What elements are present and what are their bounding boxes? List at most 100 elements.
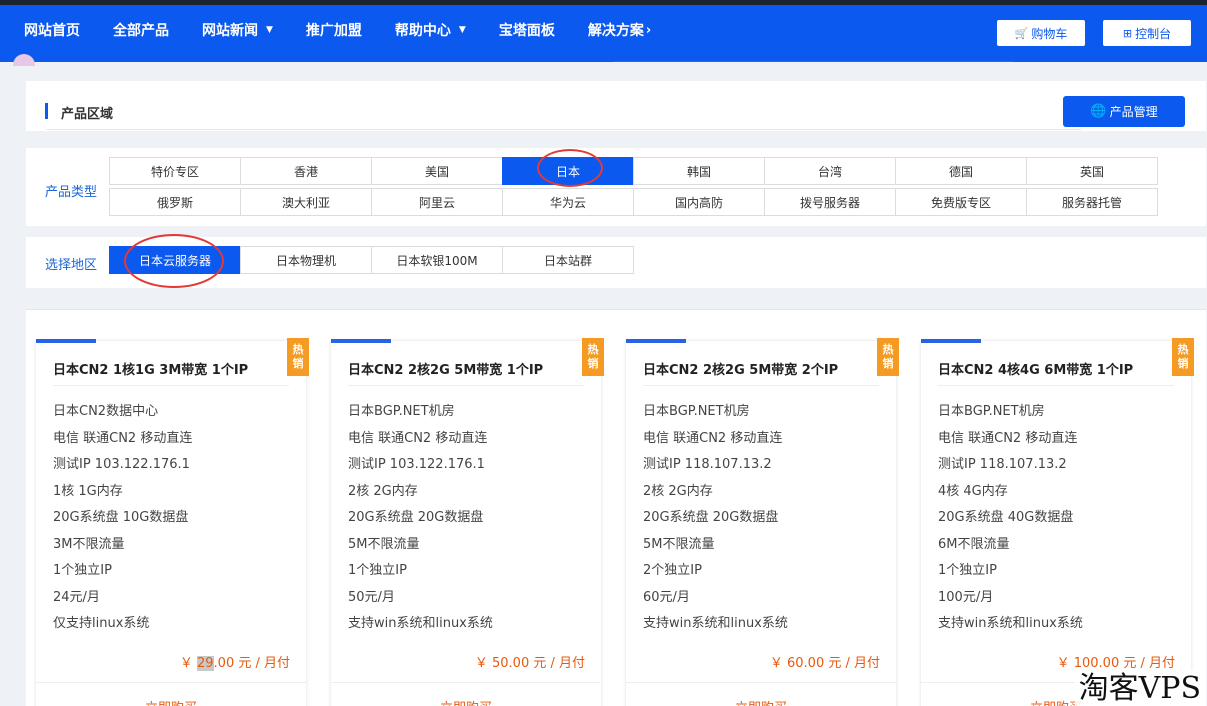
price-value: 100.00 元 / 月付 (1073, 656, 1175, 671)
type-option-selected[interactable]: 日本 (502, 157, 634, 185)
feature-item: 支持win系统和linux系统 (348, 616, 493, 631)
feature-item: 日本BGP.NET机房 (348, 404, 455, 419)
card-accent (331, 339, 391, 343)
product-type-grid: 特价专区 香港 美国 日本 韩国 台湾 德国 英国 俄罗斯 澳大利亚 阿里云 华… (109, 157, 1158, 216)
card-accent (626, 339, 686, 343)
type-option[interactable]: 阿里云 (371, 188, 503, 216)
region-option[interactable]: 日本物理机 (240, 246, 372, 274)
buy-now-button[interactable]: 立即购买 (36, 697, 306, 706)
feature-item: 支持win系统和linux系统 (643, 616, 788, 631)
price-prefix: ￥ (179, 656, 193, 671)
type-option[interactable]: 拨号服务器 (764, 188, 896, 216)
type-option[interactable]: 俄罗斯 (109, 188, 241, 216)
feature-item: 100元/月 (938, 589, 994, 605)
feature-item: 1核 1G内存 (53, 483, 123, 499)
feature-item: 5M不限流量 (348, 536, 420, 552)
product-type-label: 产品类型 (45, 185, 98, 200)
nav-news[interactable]: 网站新闻 ▼ (202, 20, 273, 40)
header-divider (46, 129, 1081, 130)
card-divider (938, 385, 1174, 386)
feature-item: 日本BGP.NET机房 (938, 404, 1045, 419)
nav-bt-panel-label: 宝塔面板 (498, 23, 555, 39)
type-option[interactable]: 澳大利亚 (240, 188, 372, 216)
hot-badge: 热销 (1172, 338, 1194, 376)
nav-help-label: 帮助中心 (394, 23, 451, 39)
feature-item: 测试IP 118.107.13.2 (938, 457, 1067, 472)
nav-home[interactable]: 网站首页 (24, 20, 80, 40)
price-prefix: ￥ (474, 656, 488, 671)
region-option-selected[interactable]: 日本云服务器 (109, 246, 241, 274)
feature-item: 仅支持linux系统 (53, 616, 150, 631)
feature-item: 20G系统盘 10G数据盘 (53, 510, 189, 525)
nav-affiliate[interactable]: 推广加盟 (306, 20, 362, 40)
buy-now-button[interactable]: 立即购买 (331, 697, 601, 706)
product-list: 热销 日本CN2 1核1G 3M带宽 1个IP 日本CN2数据中心 电信 联通C… (26, 309, 1206, 706)
type-option[interactable]: 特价专区 (109, 157, 241, 185)
region-option[interactable]: 日本软银100M (371, 246, 503, 274)
feature-item: 50元/月 (348, 589, 395, 605)
hot-badge-label: 热销 (587, 343, 599, 370)
section-title: 产品区域 (61, 107, 114, 122)
card-divider (643, 385, 879, 386)
console-label: 控制台 (1135, 26, 1172, 41)
price: ￥ 29.00 元 / 月付 (180, 652, 290, 671)
feature-item: 电信 联通CN2 移动直连 (938, 430, 1078, 446)
buy-now-button[interactable]: 立即购买 (626, 697, 896, 706)
feature-item: 电信 联通CN2 移动直连 (643, 430, 783, 446)
feature-item: 6M不限流量 (938, 536, 1010, 552)
feature-item: 20G系统盘 20G数据盘 (348, 510, 484, 525)
hot-badge: 热销 (287, 338, 309, 376)
type-option[interactable]: 英国 (1026, 157, 1158, 185)
region-grid: 日本云服务器 日本物理机 日本软银100M 日本站群 (109, 246, 634, 274)
feature-item: 1个独立IP (53, 563, 112, 578)
product-card: 热销 日本CN2 2核2G 5M带宽 1个IP 日本BGP.NET机房 电信 联… (331, 338, 604, 706)
nav-solutions[interactable]: 解决方案 › (588, 20, 651, 40)
nav-help[interactable]: 帮助中心 ▼ (395, 20, 466, 40)
feature-item: 20G系统盘 40G数据盘 (938, 510, 1074, 525)
type-option[interactable]: 台湾 (764, 157, 896, 185)
feature-item: 20G系统盘 20G数据盘 (643, 510, 779, 525)
type-option[interactable]: 德国 (895, 157, 1027, 185)
section-header: 产品区域 🌐 产品管理 (26, 81, 1206, 131)
hot-badge-label: 热销 (292, 343, 304, 370)
grid-icon: ⊞ (1122, 26, 1133, 40)
feature-item: 测试IP 118.107.13.2 (643, 457, 772, 472)
feature-item: 支持win系统和linux系统 (938, 616, 1083, 631)
feature-item: 测试IP 103.122.176.1 (348, 457, 485, 472)
cart-icon: 🛒 (1014, 26, 1029, 40)
type-option[interactable]: 服务器托管 (1026, 188, 1158, 216)
product-name: 日本CN2 2核2G 5M带宽 1个IP (348, 363, 544, 378)
card-divider (626, 682, 896, 683)
hot-badge-label: 热销 (882, 343, 894, 370)
price: ￥ 50.00 元 / 月付 (475, 652, 585, 671)
region-filter: 选择地区 日本云服务器 日本物理机 日本软银100M 日本站群 (26, 234, 1206, 288)
nav-all-products[interactable]: 全部产品 (113, 20, 169, 40)
console-button[interactable]: ⊞ 控制台 (1103, 20, 1191, 46)
region-option[interactable]: 日本站群 (502, 246, 634, 274)
feature-item: 2核 2G内存 (348, 483, 418, 499)
price-value: 50.00 元 / 月付 (492, 656, 585, 671)
type-option[interactable]: 华为云 (502, 188, 634, 216)
product-manage-button[interactable]: 🌐 产品管理 (1063, 96, 1185, 127)
product-name: 日本CN2 2核2G 5M带宽 2个IP (643, 363, 839, 378)
chevron-right-icon: › (645, 22, 652, 38)
feature-item: 1个独立IP (348, 563, 407, 578)
nav-bt-panel[interactable]: 宝塔面板 (499, 20, 555, 40)
cart-button[interactable]: 🛒 购物车 (997, 20, 1085, 46)
nav-affiliate-label: 推广加盟 (305, 23, 362, 39)
type-option[interactable]: 免费版专区 (895, 188, 1027, 216)
type-option[interactable]: 国内高防 (633, 188, 765, 216)
product-card: 热销 日本CN2 2核2G 5M带宽 2个IP 日本BGP.NET机房 电信 联… (626, 338, 899, 706)
product-type-filter: 产品类型 特价专区 香港 美国 日本 韩国 台湾 德国 英国 俄罗斯 澳大利亚 … (26, 148, 1206, 226)
feature-item: 1个独立IP (938, 563, 997, 578)
nav-news-label: 网站新闻 (202, 23, 258, 39)
card-accent (921, 339, 981, 343)
feature-item: 日本CN2数据中心 (53, 404, 159, 419)
card-divider (36, 682, 306, 683)
type-option[interactable]: 韩国 (633, 157, 765, 185)
cart-label: 购物车 (1031, 26, 1068, 41)
price-value: 60.00 元 / 月付 (787, 656, 880, 671)
type-option[interactable]: 香港 (240, 157, 372, 185)
type-option[interactable]: 美国 (371, 157, 503, 185)
feature-item: 测试IP 103.122.176.1 (53, 457, 190, 472)
